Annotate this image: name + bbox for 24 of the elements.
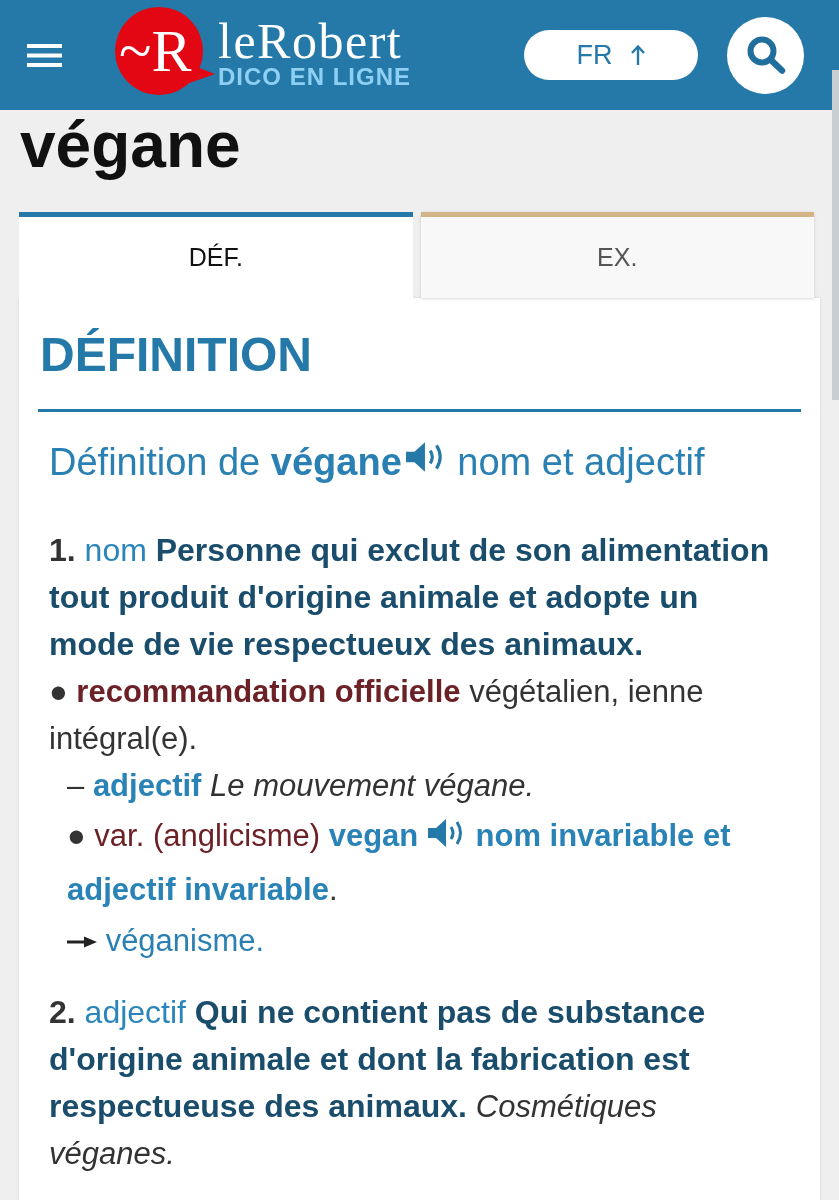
variant-word: vegan [328,818,419,853]
tab[interactable]: EX. [420,212,814,298]
conjunction-text: et [702,818,731,853]
grammar-label: adjectif invariable. [67,872,338,907]
grammar-label: nom invariable [475,818,695,853]
arrow-right-icon [67,936,97,948]
variant-label: ● var. (anglicisme) [67,818,321,853]
example-text: – adjectif Le mouvement végane. [66,767,536,805]
arrow-up-icon [629,44,646,66]
definition-text: 2. adjectif Qui ne contient pas de substance d'origine animale et dont la fabrication est respectueuse des animaux. Cosmétiques véganes. [49,993,707,1173]
section-title: DÉFINITION [40,327,312,383]
usage-note: ● recommandation officielle végétalien, ienne intégral(e). [49,673,705,758]
headword-text: végane [270,441,402,483]
cross-reference-link[interactable]: véganisme. [105,923,265,958]
scrollbar-thumb[interactable] [832,70,839,400]
grammar-category: nom et adjectif [457,441,705,483]
logo-tagline: DICO EN LIGNE [218,64,411,90]
heading-text: Définition de [49,441,261,483]
tab[interactable]: DÉF. [19,212,413,298]
definition-text: 1. nom Personne qui exclut de son alimentation tout produit d'origine animale et adopte un mode de vie respectueux des animaux. [49,531,771,664]
menu-icon[interactable] [27,43,62,67]
logo-name: leRobert [218,18,403,64]
search-icon [745,36,786,74]
language-button[interactable]: FR [524,30,698,80]
